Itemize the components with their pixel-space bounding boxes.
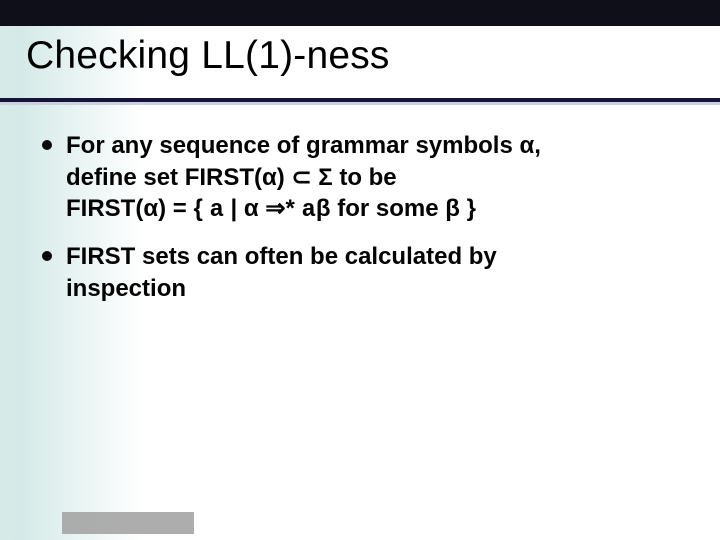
terminal-a: a	[301, 197, 315, 224]
sym-implies: ⇒	[265, 195, 285, 222]
footer-shadow	[62, 512, 194, 534]
sym-alpha: α	[519, 132, 534, 159]
t: FIRST(	[66, 195, 143, 222]
sym-alpha: α	[244, 195, 259, 222]
slide: Checking LL(1)-ness For any sequence of …	[0, 0, 720, 540]
slide-title: Checking LL(1)-ness	[26, 34, 390, 78]
t: ) = {	[158, 195, 209, 222]
bullet-item: For any sequence of grammar symbols α, d…	[42, 130, 680, 227]
terminal-a: a	[209, 197, 223, 224]
top-band	[0, 0, 720, 26]
t: ,	[534, 132, 541, 159]
t: inspection	[66, 275, 186, 302]
t: *	[285, 195, 301, 222]
t: define set FIRST(	[66, 164, 262, 191]
bullet-text: For any sequence of grammar symbols α, d…	[66, 130, 541, 227]
t: For any sequence of grammar symbols	[66, 132, 519, 159]
bullet-disc-icon	[42, 140, 52, 150]
sym-beta: β	[316, 195, 331, 222]
content-area: For any sequence of grammar symbols α, d…	[42, 130, 680, 318]
t: to be	[333, 164, 397, 191]
t: for some	[331, 195, 446, 222]
sym-alpha: α	[143, 195, 158, 222]
sym-beta: β	[445, 195, 460, 222]
sym-alpha: α	[262, 164, 277, 191]
t: }	[460, 195, 476, 222]
bullet-disc-icon	[42, 251, 52, 261]
sym-subset: ⊂	[291, 164, 311, 191]
bullet-text: FIRST sets can often be calculated by in…	[66, 241, 497, 304]
t: FIRST sets can often be calculated by	[66, 243, 497, 270]
t: |	[224, 195, 244, 222]
bullet-item: FIRST sets can often be calculated by in…	[42, 241, 680, 304]
title-rule-light	[0, 102, 720, 105]
sym-sigma: Σ	[318, 164, 332, 191]
t: )	[277, 164, 292, 191]
